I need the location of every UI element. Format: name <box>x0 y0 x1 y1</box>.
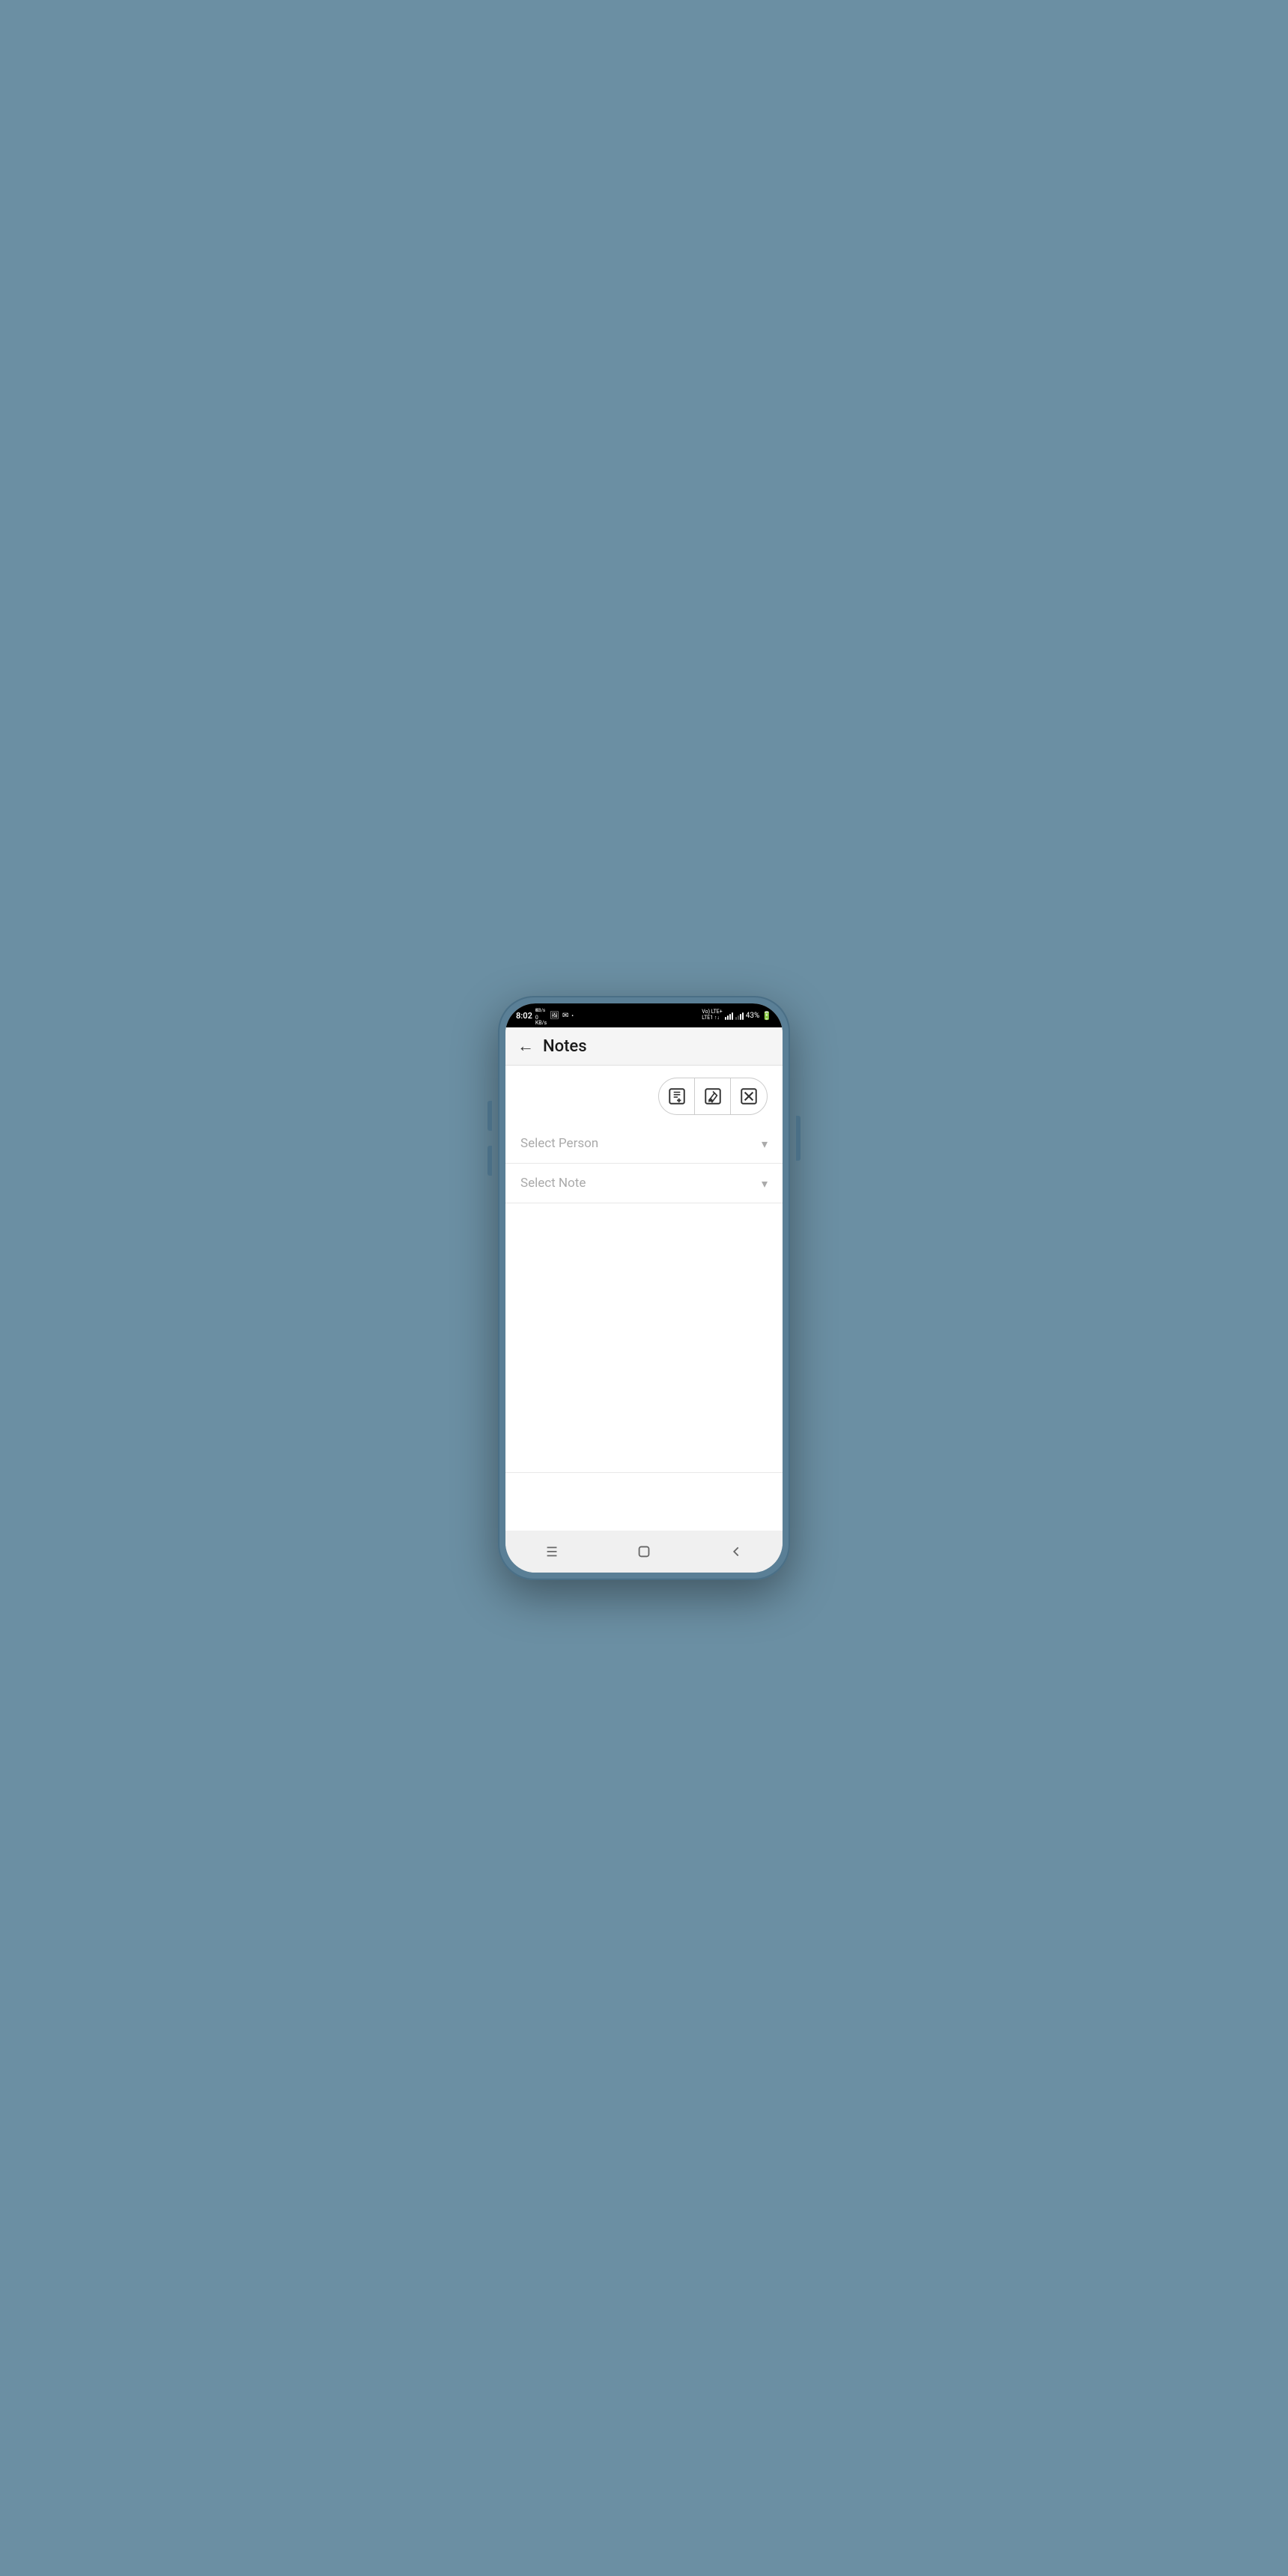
mail-icon: ✉ <box>562 1012 568 1020</box>
recents-button[interactable] <box>537 1537 567 1567</box>
power-button[interactable] <box>796 1116 801 1161</box>
note-content-area[interactable] <box>505 1203 783 1473</box>
select-person-dropdown[interactable]: Select Person ▾ <box>505 1124 783 1164</box>
edit-note-button[interactable] <box>695 1078 731 1114</box>
status-right: Vo) LTE+LTE1 ↑↓ 43% 🔋 <box>702 1009 772 1021</box>
person-dropdown-arrow-icon: ▾ <box>762 1137 768 1151</box>
signal-bars <box>725 1011 733 1020</box>
note-dropdown-arrow-icon: ▾ <box>762 1176 768 1191</box>
add-note-button[interactable] <box>659 1078 695 1114</box>
status-bar: 8:02 0 KB/s 0KB/s 🖼 ✉ • Vo) LTE+LTE1 ↑↓ <box>505 1003 783 1027</box>
delete-note-button[interactable] <box>731 1078 767 1114</box>
home-icon <box>636 1543 652 1560</box>
back-nav-icon <box>728 1543 744 1560</box>
app-bar: ← Notes <box>505 1027 783 1066</box>
phone-screen: 8:02 0 KB/s 0KB/s 🖼 ✉ • Vo) LTE+LTE1 ↑↓ <box>505 1003 783 1573</box>
back-nav-button[interactable] <box>721 1537 751 1567</box>
signal-bars-2 <box>735 1011 744 1020</box>
main-content: Select Person ▾ Select Note ▾ <box>505 1066 783 1531</box>
svg-text:KB/s: KB/s <box>535 1008 545 1013</box>
status-time: 8:02 <box>516 1011 532 1021</box>
status-kb: 0 KB/s 0KB/s <box>535 1004 547 1027</box>
battery-icon: 🔋 <box>762 1011 772 1021</box>
nav-bar <box>505 1531 783 1573</box>
select-note-label: Select Note <box>520 1176 586 1191</box>
volume-up-button[interactable] <box>487 1101 492 1131</box>
back-button[interactable]: ← <box>517 1036 534 1056</box>
page-title: Notes <box>543 1037 587 1056</box>
select-person-label: Select Person <box>520 1136 598 1151</box>
add-note-icon <box>667 1087 687 1106</box>
icon-group <box>658 1078 768 1115</box>
toolbar-icons <box>505 1066 783 1124</box>
image-icon: 🖼 <box>550 1012 559 1020</box>
delete-icon <box>739 1087 759 1106</box>
status-left: 8:02 0 KB/s 0KB/s 🖼 ✉ • <box>516 1004 574 1027</box>
recents-icon <box>544 1543 560 1560</box>
select-note-dropdown[interactable]: Select Note ▾ <box>505 1164 783 1203</box>
phone-device: 8:02 0 KB/s 0KB/s 🖼 ✉ • Vo) LTE+LTE1 ↑↓ <box>498 996 790 1580</box>
volume-down-button[interactable] <box>487 1146 492 1176</box>
edit-icon <box>703 1087 723 1106</box>
network-label: Vo) LTE+LTE1 ↑↓ <box>702 1009 722 1021</box>
home-button[interactable] <box>629 1537 659 1567</box>
battery-percent: 43% <box>746 1012 760 1020</box>
dot-icon: • <box>571 1012 574 1019</box>
